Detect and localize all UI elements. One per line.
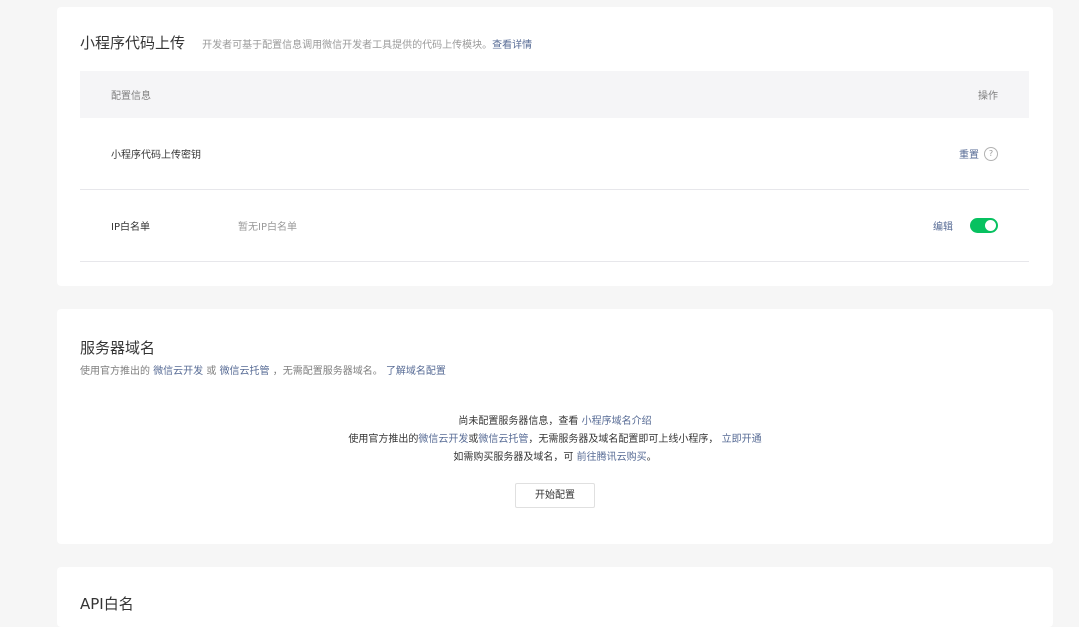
empty-cloud-hosting-link[interactable]: 微信云托管 <box>478 434 528 445</box>
ip-whitelist-actions: 编辑 <box>933 218 998 233</box>
empty-line-2: 使用官方推出的微信云开发或微信云托管，无需服务器及域名配置即可上线小程序， 立即… <box>57 431 1053 449</box>
code-upload-card: 小程序代码上传 开发者可基于配置信息调用微信开发者工具提供的代码上传模块。查看详… <box>57 7 1053 286</box>
empty-line-1: 尚未配置服务器信息，查看 小程序域名介绍 <box>57 413 1053 431</box>
table-row-upload-key: 小程序代码上传密钥 重置 ? <box>80 118 1029 190</box>
ip-whitelist-toggle[interactable] <box>970 218 998 233</box>
server-domain-title: 服务器域名 <box>80 339 156 357</box>
server-domain-desc: 使用官方推出的 微信云开发 或 微信云托管 ，无需配置服务器域名。 了解域名配置 <box>80 362 446 377</box>
header-config-info: 配置信息 <box>111 91 151 102</box>
api-card: API白名 <box>57 567 1053 627</box>
server-domain-card: 服务器域名 使用官方推出的 微信云开发 或 微信云托管 ，无需配置服务器域名。 … <box>57 309 1053 544</box>
desc-prefix: 使用官方推出的 <box>80 366 150 377</box>
empty-line3-suffix: 。 <box>646 452 657 463</box>
toggle-knob <box>985 220 996 231</box>
domain-config-link[interactable]: 了解域名配置 <box>386 366 446 377</box>
upload-key-label: 小程序代码上传密钥 <box>111 150 201 161</box>
empty-state: 尚未配置服务器信息，查看 小程序域名介绍 使用官方推出的微信云开发或微信云托管，… <box>57 413 1053 508</box>
config-table: 配置信息 操作 小程序代码上传密钥 重置 ? IP白名单 暂无IP白名单 编辑 <box>80 71 1029 262</box>
code-upload-desc: 开发者可基于配置信息调用微信开发者工具提供的代码上传模块。 <box>202 40 493 51</box>
empty-line-3: 如需购买服务器及域名，可 前往腾讯云购买。 <box>57 449 1053 467</box>
edit-link[interactable]: 编辑 <box>933 218 953 233</box>
help-icon[interactable]: ? <box>984 146 998 161</box>
view-details-link[interactable]: 查看详情 <box>492 40 532 51</box>
domain-intro-link[interactable]: 小程序域名介绍 <box>582 416 652 427</box>
cloud-hosting-link[interactable]: 微信云托管 <box>220 366 270 377</box>
api-section-title: API白名 <box>80 595 134 613</box>
ip-whitelist-label: IP白名单 <box>111 222 150 233</box>
empty-line3-prefix: 如需购买服务器及域名，可 <box>453 452 574 463</box>
empty-line2-or: 或 <box>468 434 479 445</box>
activate-now-link[interactable]: 立即开通 <box>722 434 762 445</box>
desc-or: 或 <box>206 366 217 377</box>
upload-key-actions: 重置 ? <box>959 146 998 161</box>
desc-suffix: ，无需配置服务器域名。 <box>272 366 383 377</box>
start-config-button[interactable]: 开始配置 <box>515 483 595 508</box>
cloud-dev-link[interactable]: 微信云开发 <box>153 366 203 377</box>
reset-link[interactable]: 重置 <box>959 146 979 161</box>
header-actions: 操作 <box>978 91 998 102</box>
code-upload-title: 小程序代码上传 <box>80 34 186 52</box>
table-row-ip-whitelist: IP白名单 暂无IP白名单 编辑 <box>80 190 1029 262</box>
empty-line1-text: 尚未配置服务器信息，查看 <box>458 416 579 427</box>
ip-whitelist-value: 暂无IP白名单 <box>238 222 297 233</box>
tencent-cloud-link[interactable]: 前往腾讯云购买 <box>577 452 647 463</box>
config-table-header: 配置信息 操作 <box>80 71 1029 118</box>
empty-line2-mid: ，无需服务器及域名配置即可上线小程序， <box>528 434 719 445</box>
empty-cloud-dev-link[interactable]: 微信云开发 <box>418 434 468 445</box>
empty-line2-prefix: 使用官方推出的 <box>348 434 419 445</box>
code-upload-header: 小程序代码上传 开发者可基于配置信息调用微信开发者工具提供的代码上传模块。查看详… <box>80 32 532 53</box>
